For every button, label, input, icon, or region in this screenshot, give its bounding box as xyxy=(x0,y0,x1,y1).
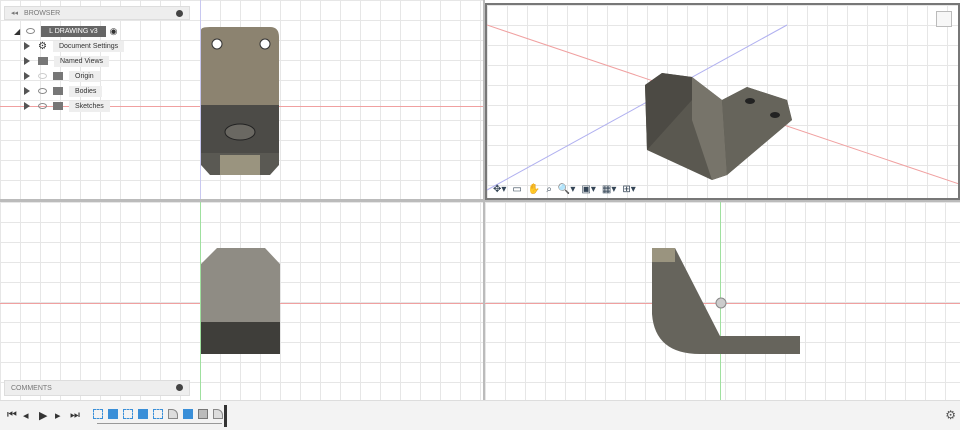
item-label: Document Settings xyxy=(52,40,125,52)
browser-item-named-views[interactable]: Named Views xyxy=(24,55,110,67)
timeline-bar: ⏮ ◂ ▶ ▸ ⏭ ⚙ xyxy=(0,400,960,430)
item-label: Sketches xyxy=(69,100,110,112)
folder-icon xyxy=(53,102,63,110)
browser-item-document-settings[interactable]: ⚙ Document Settings xyxy=(24,40,125,52)
item-label: Named Views xyxy=(54,55,110,67)
next-step-button[interactable]: ▸ xyxy=(55,409,61,422)
top-viewport[interactable]: ◂◂ BROWSER ◢ L DRAWING v3 ◉ ⚙ Document Set… xyxy=(0,0,483,199)
item-label: Origin xyxy=(69,70,100,82)
part-iso-view xyxy=(487,24,958,191)
browser-item-origin[interactable]: Origin xyxy=(24,70,100,82)
timeline-sketch-icon[interactable] xyxy=(93,409,103,419)
folder-icon xyxy=(38,57,48,65)
display-settings-icon[interactable]: ▣▾ xyxy=(581,184,595,195)
item-label: Bodies xyxy=(69,85,103,97)
viewcube[interactable] xyxy=(936,11,952,27)
timeline-hole-icon[interactable] xyxy=(198,409,208,419)
timeline-extrude-icon[interactable] xyxy=(183,409,193,419)
eye-icon[interactable] xyxy=(38,73,47,79)
part-front-view xyxy=(201,248,280,354)
pan-icon[interactable]: ✋ xyxy=(528,184,540,195)
orbit-icon[interactable]: ✥▾ xyxy=(493,184,506,195)
gear-icon: ⚙ xyxy=(38,40,47,52)
root-label: L DRAWING v3 xyxy=(41,25,106,37)
eye-icon[interactable] xyxy=(26,28,36,34)
expand-icon[interactable] xyxy=(24,72,30,80)
comments-panel-header[interactable]: COMMENTS xyxy=(4,380,190,396)
grid-settings-icon[interactable]: ▦▾ xyxy=(602,184,616,195)
folder-icon xyxy=(53,87,63,95)
timeline-fillet-icon[interactable] xyxy=(213,409,223,419)
folder-icon xyxy=(53,72,63,80)
front-viewport[interactable]: COMMENTS xyxy=(0,202,483,400)
timeline-sketch-icon[interactable] xyxy=(153,409,163,419)
comments-title: COMMENTS xyxy=(11,384,52,392)
zoom-icon[interactable]: 🔍▾ xyxy=(558,184,575,195)
expand-icon[interactable] xyxy=(24,87,30,95)
pin-icon[interactable] xyxy=(176,10,183,17)
timeline-marker[interactable] xyxy=(224,405,227,427)
part-side-view xyxy=(652,248,800,354)
browser-item-bodies[interactable]: Bodies xyxy=(24,85,103,97)
eye-icon[interactable] xyxy=(38,103,47,109)
timeline-fillet-icon[interactable] xyxy=(168,409,178,419)
expand-icon[interactable] xyxy=(24,42,30,50)
eye-icon[interactable] xyxy=(38,88,47,94)
iso-viewport[interactable]: ✥▾ ▭ ✋ ⌕ 🔍▾ ▣▾ ▦▾ ⊞▾ xyxy=(485,3,960,200)
look-at-icon[interactable]: ▭ xyxy=(512,184,521,195)
timeline-track xyxy=(97,423,222,424)
browser-root[interactable]: ◢ L DRAWING v3 ◉ xyxy=(14,25,118,37)
pin-icon[interactable] xyxy=(176,384,183,391)
browser-title: BROWSER xyxy=(24,9,61,17)
expand-icon[interactable] xyxy=(24,102,30,110)
last-step-button[interactable]: ⏭ xyxy=(70,409,80,422)
timeline-extrude-icon[interactable] xyxy=(108,409,118,419)
browser-item-sketches[interactable]: Sketches xyxy=(24,100,110,112)
prev-step-button[interactable]: ◂ xyxy=(23,409,29,422)
right-viewport[interactable] xyxy=(485,202,960,400)
first-step-button[interactable]: ⏮ xyxy=(7,409,17,422)
part-top-view xyxy=(201,27,279,175)
navigation-bar: ✥▾ ▭ ✋ ⌕ 🔍▾ ▣▾ ▦▾ ⊞▾ xyxy=(493,184,636,195)
gear-icon[interactable]: ⚙ xyxy=(945,408,956,422)
timeline-extrude-icon[interactable] xyxy=(138,409,148,419)
expand-icon[interactable] xyxy=(24,57,30,65)
browser-panel-header[interactable]: ◂◂ BROWSER xyxy=(4,6,190,20)
timeline-sketch-icon[interactable] xyxy=(123,409,133,419)
zoom-window-icon[interactable]: ⌕ xyxy=(546,184,552,195)
play-button[interactable]: ▶ xyxy=(39,409,47,422)
activate-icon[interactable]: ◉ xyxy=(110,26,118,37)
viewports-icon[interactable]: ⊞▾ xyxy=(622,184,635,195)
